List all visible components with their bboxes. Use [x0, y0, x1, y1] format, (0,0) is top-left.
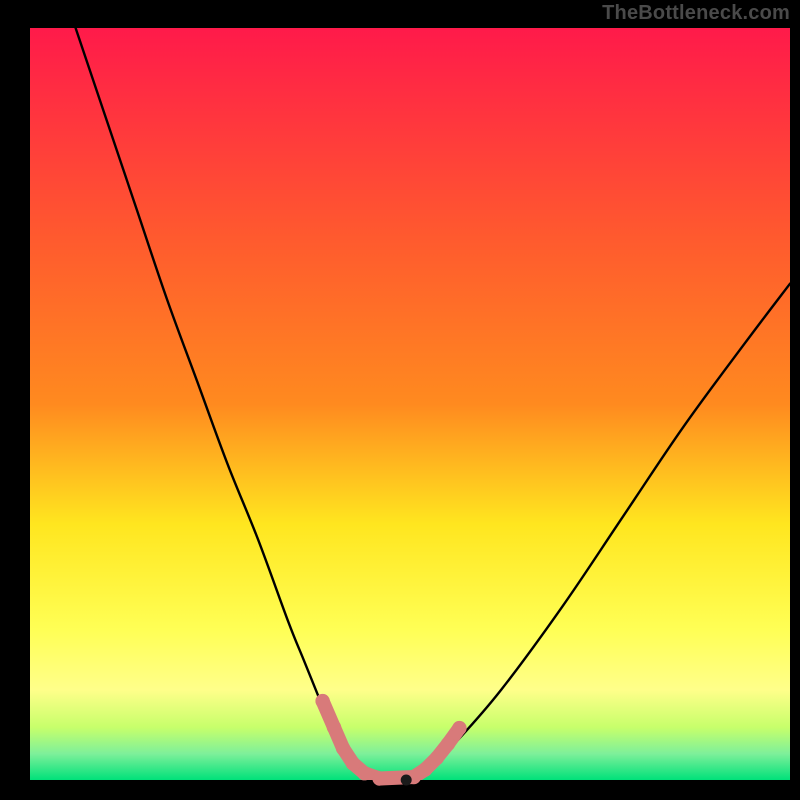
marker-segment-left-point: [327, 720, 341, 734]
curve-min-point: [401, 775, 412, 786]
marker-segment-right-point: [429, 751, 443, 765]
marker-segment-left-point: [357, 766, 371, 780]
bottleneck-chart: [0, 0, 800, 800]
marker-segment-right-point: [441, 737, 455, 751]
marker-segment-left-point: [346, 756, 360, 770]
marker-segment-left-point: [315, 694, 329, 708]
marker-segment-left-point: [336, 741, 350, 755]
watermark-text: TheBottleneck.com: [602, 2, 790, 25]
marker-segment-right-point: [452, 721, 466, 735]
chart-frame: TheBottleneck.com: [0, 0, 800, 800]
gradient-background: [30, 28, 790, 780]
